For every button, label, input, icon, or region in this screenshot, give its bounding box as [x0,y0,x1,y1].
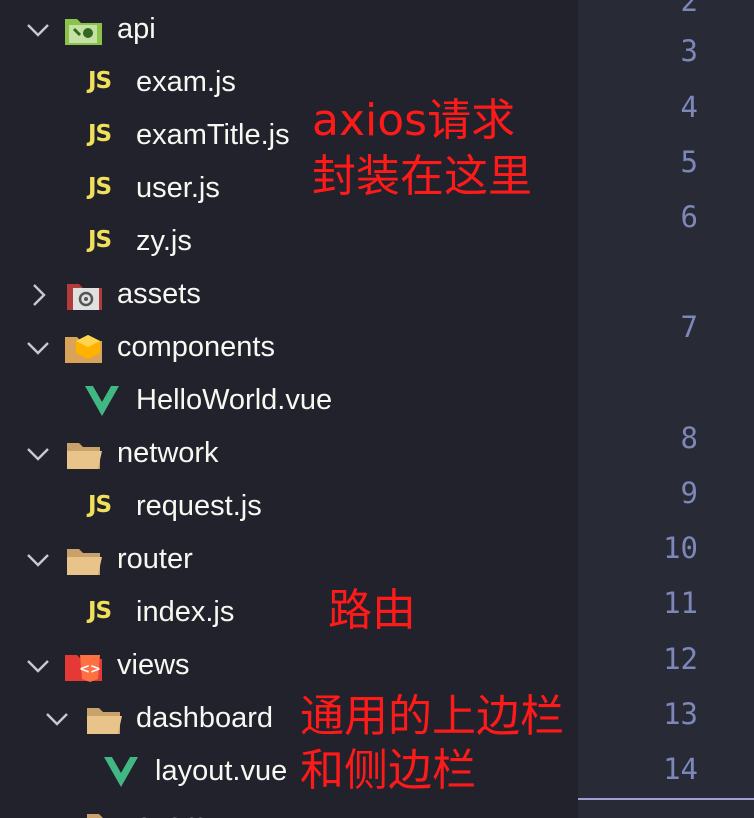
editor-line-number-gutter: 2 3 4 5 6 7 8 9 10 11 12 13 14 [578,0,754,818]
tree-file-zy-js[interactable]: JS zy.js [0,215,578,268]
chevron-down-icon[interactable] [25,335,51,361]
tree-item-label: layout.vue [155,755,288,787]
line-number: 5 [680,145,698,179]
tree-item-label: api [117,13,156,45]
tree-folder-views[interactable]: <> views [0,639,578,692]
tree-item-label: exam.js [136,66,236,98]
tree-item-label: index.js [136,596,235,628]
line-number: 10 [663,531,698,565]
line-number: 11 [663,586,698,620]
line-number: 12 [663,642,698,676]
js-file-icon: JS [88,598,112,624]
line-number: 9 [680,476,698,510]
tree-item-label: dashboard [136,702,274,734]
chevron-down-icon[interactable] [25,547,51,573]
annotation-router: 路由 [328,585,416,636]
tree-item-label: exam [136,807,207,818]
js-file-icon: JS [88,492,112,518]
folder-open-icon [67,549,102,575]
chevron-down-icon[interactable] [44,812,70,818]
chevron-down-icon[interactable] [25,17,51,43]
annotation-api-line2: 封装在这里 [312,151,532,202]
tree-item-label: router [117,543,193,575]
line-number: 14 [663,752,698,786]
tree-item-label: HelloWorld.vue [136,384,333,416]
line-number: 8 [680,421,698,455]
vue-file-icon [85,386,119,416]
tree-item-label: components [117,331,275,363]
tree-folder-components[interactable]: components [0,321,578,374]
tree-folder-assets[interactable]: assets [0,268,578,321]
js-file-icon: JS [88,174,112,200]
js-file-icon: JS [88,68,112,94]
chevron-down-icon[interactable] [44,706,70,732]
line-number: 2 [680,0,698,18]
js-file-icon: JS [88,121,112,147]
chevron-down-icon[interactable] [25,441,51,467]
tree-file-index-js[interactable]: JS index.js [0,586,578,639]
components-folder-icon [65,335,102,363]
tree-folder-network[interactable]: network [0,427,578,480]
line-number: 3 [680,34,698,68]
views-folder-icon: <> [65,655,102,682]
tree-folder-exam[interactable]: exam [0,798,578,818]
folder-open-icon [67,443,102,469]
tree-item-label: examTitle.js [136,119,290,151]
tree-file-request-js[interactable]: JS request.js [0,480,578,533]
api-folder-icon [65,19,102,45]
tree-item-label: request.js [136,490,262,522]
tree-folder-api[interactable]: api [0,3,578,56]
line-number: 6 [680,200,698,234]
chevron-down-icon[interactable] [25,653,51,679]
svg-text:<>: <> [79,662,101,677]
annotation-layout-line1: 通用的上边栏 [300,691,564,742]
editor-divider [578,798,754,800]
tree-item-label: views [117,649,190,681]
tree-item-label: assets [117,278,201,310]
tree-item-label: network [117,437,219,469]
annotation-api-line1: axios请求 [312,95,516,146]
tree-item-label: user.js [136,172,220,204]
vue-file-icon [104,757,138,787]
line-number: 4 [680,90,698,124]
annotation-layout-line2: 和侧边栏 [300,745,476,796]
chevron-right-icon[interactable] [25,282,51,308]
line-number: 7 [680,310,698,344]
js-file-icon: JS [88,227,112,253]
tree-file-layout-vue[interactable]: layout.vue [0,745,578,798]
tree-file-helloworld-vue[interactable]: HelloWorld.vue [0,374,578,427]
tree-item-label: zy.js [136,225,192,257]
tree-folder-router[interactable]: router [0,533,578,586]
assets-folder-icon [67,284,102,310]
folder-open-icon [87,814,120,818]
line-number: 13 [663,697,698,731]
folder-open-icon [87,708,122,734]
